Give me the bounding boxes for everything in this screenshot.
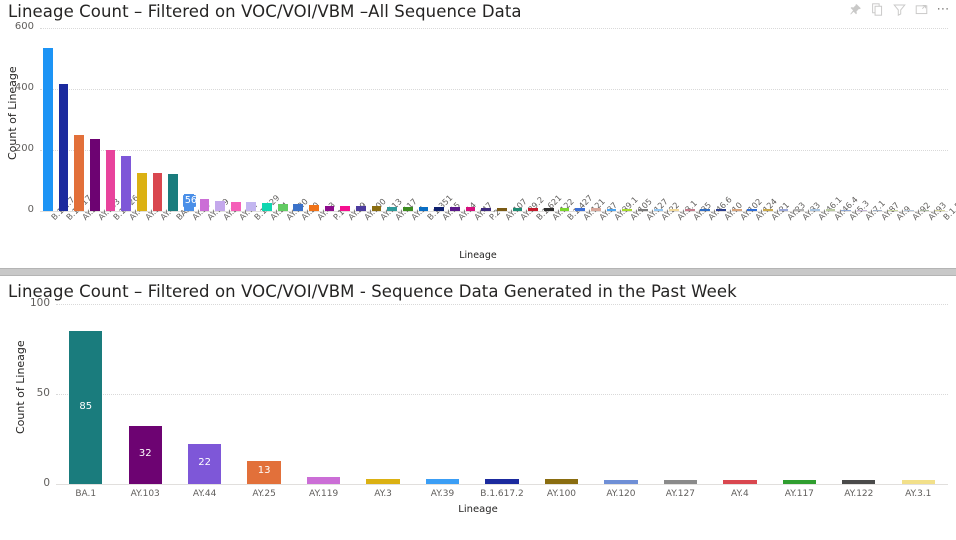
bar[interactable] (387, 206, 398, 211)
bar[interactable] (58, 84, 69, 211)
chart-panel-past-week: Lineage Count – Filtered on VOC/VOI/VBM … (0, 276, 956, 540)
bar[interactable] (723, 480, 757, 484)
gridline (56, 304, 948, 305)
bar[interactable] (434, 207, 445, 211)
bar[interactable] (306, 476, 341, 484)
bar[interactable] (199, 198, 210, 211)
bar-chart-bottom: 0 50 100 Count of Lineage 85 BA.1 32 AY.103 22 AY… (0, 276, 956, 540)
y-axis-tick-label: 600 (14, 21, 34, 32)
bar[interactable] (465, 207, 476, 211)
bar[interactable] (901, 480, 935, 484)
bar[interactable] (919, 209, 930, 211)
x-axis-tick-label: AY.39 (430, 489, 455, 499)
y-axis-tick-label: 0 (43, 477, 50, 489)
bar[interactable] (89, 139, 100, 211)
bar-data-label: 13 (257, 465, 271, 477)
x-axis-tick-label: AY.122 (844, 489, 874, 499)
bar[interactable] (872, 209, 883, 211)
bar[interactable] (324, 205, 335, 211)
bar[interactable] (590, 208, 601, 211)
bar[interactable] (121, 156, 131, 211)
y-axis-tick-label: 100 (29, 297, 50, 309)
bar[interactable] (663, 480, 698, 484)
bar[interactable] (215, 200, 225, 211)
bar[interactable] (543, 207, 554, 211)
y-axis-title: Count of Lineage (6, 65, 19, 160)
bar[interactable] (293, 204, 304, 211)
panel-divider (0, 268, 956, 276)
bar[interactable] (262, 203, 272, 211)
x-axis-tick-label: AY.3 (374, 489, 392, 499)
bar-data-label: 32 (138, 448, 152, 460)
x-axis-tick-label: B.1.617.2 (480, 489, 524, 499)
bar[interactable] (731, 209, 742, 211)
x-axis-tick-label: AY.4 (730, 489, 749, 499)
bar[interactable] (782, 480, 816, 484)
x-axis-tick-label: AY.119 (309, 489, 339, 499)
bar[interactable] (418, 207, 429, 211)
bar-data-label: 85 (79, 400, 93, 412)
y-axis-tick-label: 50 (36, 387, 50, 399)
bar[interactable] (450, 207, 460, 211)
bar[interactable] (778, 209, 789, 211)
bar[interactable] (168, 174, 178, 211)
x-axis-tick-label: BA.1 (75, 489, 97, 499)
bar[interactable] (371, 206, 382, 211)
gridline (40, 28, 948, 29)
x-axis-tick-label: AY.117 (784, 489, 814, 499)
bar[interactable] (403, 206, 413, 211)
bar[interactable] (684, 208, 695, 211)
chart-panel-all-sequence-data: Lineage Count – Filtered on VOC/VOI/VBM … (0, 0, 956, 271)
gridline (40, 150, 948, 151)
x-axis-tick-label: AY.25 (252, 489, 276, 499)
bar[interactable] (340, 205, 351, 211)
bar[interactable] (604, 480, 638, 484)
bar[interactable] (356, 206, 366, 211)
x-axis-tick-label: AY.127 (665, 489, 695, 499)
bar[interactable] (842, 480, 876, 484)
x-axis-tick-label: AY.3.1 (905, 489, 932, 499)
x-axis-tick-label: AY.103 (130, 489, 160, 499)
bar[interactable] (136, 172, 147, 211)
gridline (56, 394, 948, 395)
gridline (40, 89, 948, 90)
bar[interactable] (74, 134, 84, 211)
bar[interactable] (637, 208, 648, 211)
bar[interactable] (425, 478, 460, 484)
x-axis-line (56, 484, 948, 485)
x-axis-tick-label: AY.44 (192, 489, 217, 499)
bar[interactable] (366, 478, 400, 484)
bar[interactable] (246, 202, 257, 211)
bar[interactable] (152, 172, 163, 211)
highlighted-bar-value-label: 56 (182, 194, 197, 207)
bar[interactable] (105, 150, 116, 211)
bar[interactable] (309, 204, 319, 211)
bar[interactable] (230, 201, 241, 211)
bar[interactable] (544, 478, 579, 484)
x-axis-tick-label: AY.100 (546, 489, 577, 499)
report-page: Lineage Count – Filtered on VOC/VOI/VBM … (0, 0, 956, 540)
y-axis-title: Count of Lineage (14, 340, 27, 434)
bar-chart-top: 0200400600Count of LineageB.1.1.7B.1.617… (0, 0, 956, 268)
x-axis-title: Lineage (459, 250, 497, 261)
y-axis-tick-label: 0 (27, 204, 34, 215)
x-axis-title: Lineage (458, 504, 498, 515)
bar[interactable] (485, 478, 519, 484)
bar[interactable] (825, 209, 836, 211)
bar-data-label: 22 (198, 457, 212, 469)
bar[interactable] (42, 47, 53, 211)
bar[interactable] (277, 203, 288, 211)
bar[interactable] (496, 207, 507, 211)
x-axis-tick-label: AY.120 (606, 489, 636, 499)
